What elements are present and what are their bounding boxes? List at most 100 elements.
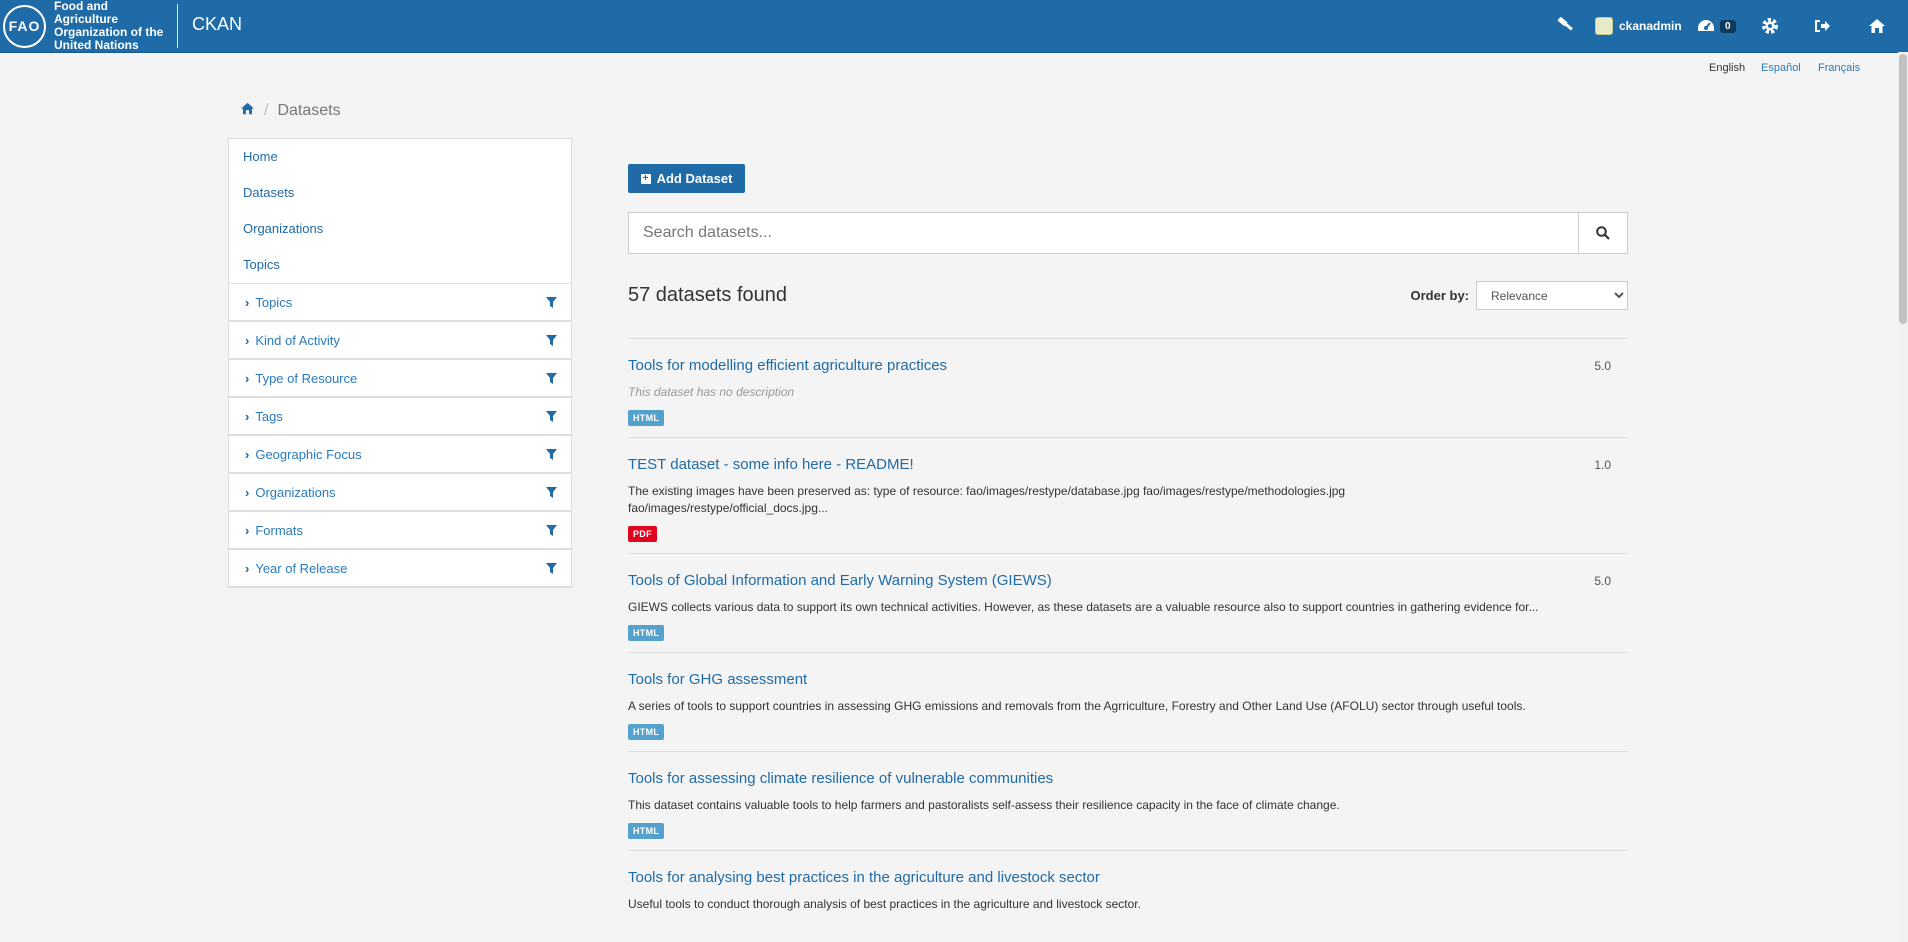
chevron-right-icon: › <box>245 484 250 500</box>
dataset-list: Tools for modelling efficient agricultur… <box>628 338 1628 924</box>
format-badge[interactable]: HTML <box>628 410 665 426</box>
facet-label: Geographic Focus <box>255 446 362 462</box>
dataset-description: A series of tools to support countries i… <box>628 699 1526 713</box>
lang-francais[interactable]: Français <box>1818 62 1860 74</box>
dashboard-link[interactable]: 0 <box>1696 0 1736 52</box>
gear-icon[interactable] <box>1761 0 1779 52</box>
fao-logo-link[interactable]: FAO Food and Agriculture Organization of… <box>3 0 169 52</box>
lang-english[interactable]: English <box>1709 62 1745 74</box>
chevron-right-icon: › <box>245 332 250 348</box>
chevron-right-icon: › <box>245 560 250 576</box>
dataset-title-link[interactable]: Tools for GHG assessment <box>628 671 807 688</box>
facet-type-of-resource[interactable]: › Type of Resource <box>229 359 571 397</box>
home-icon[interactable] <box>1868 0 1886 52</box>
facet-label: Topics <box>255 294 293 310</box>
search-button[interactable] <box>1578 213 1627 253</box>
facet-label: Organizations <box>255 484 336 500</box>
dataset-title-link[interactable]: Tools of Global Information and Early Wa… <box>628 572 1052 589</box>
filter-icon <box>546 486 557 498</box>
filter-icon <box>546 562 557 574</box>
filter-icon <box>546 296 557 308</box>
chevron-right-icon: › <box>245 522 250 538</box>
filter-icon <box>546 410 557 422</box>
dataset-description: Useful tools to conduct thorough analysi… <box>628 897 1141 911</box>
lang-espanol[interactable]: Español <box>1761 62 1801 74</box>
facet-kind-of-activity[interactable]: › Kind of Activity <box>229 321 571 359</box>
add-dataset-label: Add Dataset <box>656 171 733 186</box>
fao-logo-icon: FAO <box>3 4 46 48</box>
order-by-label: Order by: <box>1410 288 1469 303</box>
facet-label: Kind of Activity <box>255 332 340 348</box>
list-item: TEST dataset - some info here - README! … <box>628 438 1628 554</box>
org-name: Food and Agriculture Organization of the… <box>54 0 164 52</box>
dataset-score: 5.0 <box>1594 359 1611 373</box>
dataset-title-link[interactable]: Tools for modelling efficient agricultur… <box>628 357 947 374</box>
search-icon <box>1596 226 1610 240</box>
sidebar-link-home[interactable]: Home <box>229 139 571 175</box>
plus-square-icon: + <box>640 173 651 184</box>
sidebar-link-topics[interactable]: Topics <box>229 247 571 283</box>
filter-icon <box>546 448 557 460</box>
sign-out-icon[interactable] <box>1813 0 1831 52</box>
dataset-description: GIEWS collects various data to support i… <box>628 600 1539 614</box>
gavel-icon[interactable] <box>1556 0 1574 52</box>
breadcrumb: / Datasets <box>240 102 341 120</box>
chevron-right-icon: › <box>245 408 250 424</box>
format-badge[interactable]: HTML <box>628 823 665 839</box>
breadcrumb-home-icon[interactable] <box>240 102 255 120</box>
format-badge[interactable]: PDF <box>628 526 657 542</box>
results-count: 57 datasets found <box>628 284 788 306</box>
list-item: Tools for modelling efficient agricultur… <box>628 339 1628 438</box>
user-menu[interactable]: ckanadmin <box>1595 0 1682 52</box>
order-by-select[interactable]: Relevance <box>1476 281 1628 310</box>
filter-icon <box>546 334 557 346</box>
list-item: Tools for analysing best practices in th… <box>628 851 1628 924</box>
top-navbar: FAO Food and Agriculture Organization of… <box>0 0 1908 53</box>
facet-label: Formats <box>255 522 304 538</box>
facet-topics[interactable]: › Topics <box>229 283 571 321</box>
facet-year-of-release[interactable]: › Year of Release <box>229 549 571 587</box>
site-title[interactable]: CKAN <box>192 14 242 35</box>
dataset-title-link[interactable]: Tools for analysing best practices in th… <box>628 869 1100 886</box>
dataset-description: This dataset has no description <box>628 385 795 399</box>
add-dataset-button[interactable]: + Add Dataset <box>628 164 745 193</box>
list-item: Tools for assessing climate resilience o… <box>628 752 1628 851</box>
activity-count-badge: 0 <box>1720 19 1736 33</box>
facet-label: Year of Release <box>255 560 348 576</box>
chevron-right-icon: › <box>245 294 250 310</box>
dataset-description: This dataset contains valuable tools to … <box>628 798 1340 812</box>
order-by: Order by: Relevance <box>1410 281 1628 310</box>
dataset-score: 1.0 <box>1594 458 1611 472</box>
facet-label: Type of Resource <box>255 370 358 386</box>
chevron-right-icon: › <box>245 446 250 462</box>
facet-tags[interactable]: › Tags <box>229 397 571 435</box>
dataset-title-link[interactable]: TEST dataset - some info here - README! <box>628 456 914 473</box>
chevron-right-icon: › <box>245 370 250 386</box>
breadcrumb-datasets[interactable]: Datasets <box>277 102 340 120</box>
list-item: Tools of Global Information and Early Wa… <box>628 554 1628 653</box>
filter-icon <box>546 372 557 384</box>
scrollbar-thumb[interactable] <box>1899 54 1907 324</box>
dashboard-icon <box>1698 20 1714 31</box>
format-badge[interactable]: HTML <box>628 724 665 740</box>
search-form <box>628 212 1628 254</box>
avatar <box>1595 17 1613 35</box>
facet-formats[interactable]: › Formats <box>229 511 571 549</box>
facet-organizations[interactable]: › Organizations <box>229 473 571 511</box>
filter-icon <box>546 524 557 536</box>
format-badge[interactable]: HTML <box>628 625 665 641</box>
sidebar-link-datasets[interactable]: Datasets <box>229 175 571 211</box>
dataset-score: 5.0 <box>1594 574 1611 588</box>
username: ckanadmin <box>1619 19 1682 33</box>
facet-list: › Topics › Kind of Activity › Type of Resou… <box>229 283 571 587</box>
list-item: Tools for GHG assessment A series of too… <box>628 653 1628 752</box>
facet-label: Tags <box>255 408 283 424</box>
dataset-title-link[interactable]: Tools for assessing climate resilience o… <box>628 770 1053 787</box>
search-input[interactable] <box>629 213 1579 253</box>
facet-geographic-focus[interactable]: › Geographic Focus <box>229 435 571 473</box>
sidebar: Home Datasets Organizations Topics › Topi… <box>228 138 572 588</box>
sidebar-link-organizations[interactable]: Organizations <box>229 211 571 247</box>
dataset-description: The existing images have been preserved … <box>628 484 1346 515</box>
breadcrumb-separator: / <box>264 102 269 119</box>
header-divider <box>177 4 178 48</box>
